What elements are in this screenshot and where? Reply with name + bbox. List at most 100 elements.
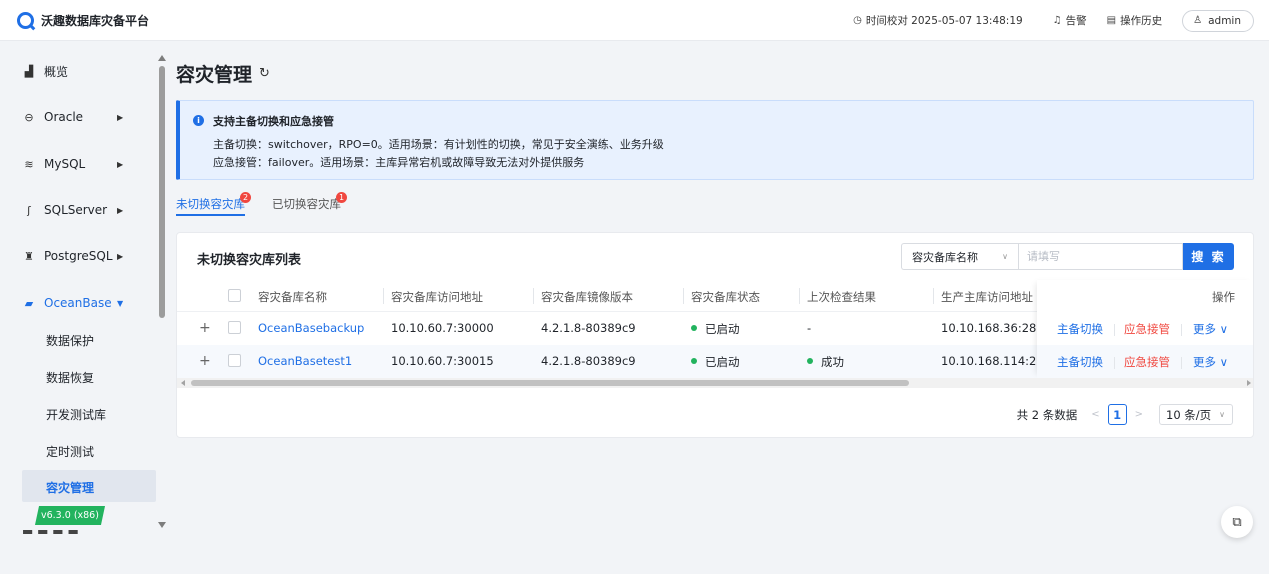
bar-chart-icon: ▟	[24, 65, 34, 78]
scroll-up-arrow[interactable]	[158, 55, 166, 61]
oceanbase-icon: ▰	[24, 296, 34, 310]
sidebar-subitem-data-protection[interactable]: 数据保护	[46, 332, 94, 349]
logo-icon	[17, 11, 34, 29]
version-badge: v6.3.0 (x86)	[34, 506, 106, 525]
refresh-icon[interactable]: ↻	[259, 66, 270, 81]
search-field-select[interactable]: 容灾备库名称 ∨	[901, 243, 1018, 270]
info-icon: i	[193, 115, 204, 126]
image-version: 4.2.1.8-80389c9	[541, 321, 636, 335]
primary-address: 10.10.168.36:2881	[941, 321, 1051, 335]
failover-button[interactable]: 应急接管	[1124, 321, 1170, 337]
sidebar-item-label: MySQL	[44, 157, 86, 171]
user-menu-button[interactable]: ♙ admin	[1182, 9, 1254, 32]
check-result: -	[807, 321, 812, 335]
expand-icon[interactable]: +	[199, 320, 211, 336]
failover-button[interactable]: 应急接管	[1124, 354, 1170, 370]
column-header: 生产主库访问地址	[941, 290, 1033, 304]
status-cell: 已启动	[691, 321, 740, 337]
select-all-checkbox[interactable]	[228, 289, 241, 302]
column-header: 上次检查结果	[807, 290, 876, 304]
card-title: 未切换容灾库列表	[197, 253, 302, 268]
image-version: 4.2.1.8-80389c9	[541, 354, 636, 368]
history-label: 操作历史	[1120, 15, 1163, 27]
tab-count-badge: 2	[240, 192, 251, 203]
sidebar-item-sqlserver[interactable]: ʃ SQLServer ▶	[22, 203, 123, 217]
row-checkbox[interactable]	[228, 321, 241, 334]
sidebar-item-overview[interactable]: ▟ 概览	[22, 63, 68, 80]
user-icon: ♙	[1193, 15, 1203, 26]
more-button[interactable]: 更多 ∨	[1193, 321, 1228, 337]
status-dot-icon	[691, 325, 697, 331]
sidebar-subitem-dr-management[interactable]: 容灾管理	[46, 479, 94, 496]
sidebar-item-label: 概览	[44, 65, 69, 79]
tab-switched[interactable]: 已切换容灾库	[272, 196, 341, 212]
history-button[interactable]: ▤ 操作历史	[1107, 13, 1162, 28]
caret-right-icon: ▶	[117, 205, 124, 215]
bell-icon: ♫	[1052, 15, 1062, 26]
caret-right-icon: ▶	[117, 159, 124, 169]
status-cell: 已启动	[691, 354, 740, 370]
page-title: 容灾管理 ↻	[176, 60, 270, 87]
pagination: 共 2 条数据 < 1 > 10 条/页 ∨	[1017, 404, 1233, 425]
chevron-down-icon: ∨	[1219, 355, 1229, 369]
db-name-link[interactable]: OceanBasetest1	[258, 354, 352, 368]
top-bar: 沃趣数据库灾备平台 ◷ 时间校对 2025-05-07 13:48:19 ♫ 告…	[0, 0, 1269, 41]
scroll-left-arrow	[181, 380, 185, 386]
scrollbar-thumb	[191, 380, 909, 386]
copy-icon[interactable]: ⧉	[1221, 506, 1253, 538]
history-icon: ▤	[1106, 15, 1117, 26]
sidebar-item-oracle[interactable]: ⊖ Oracle ▶	[22, 110, 123, 124]
sidebar-item-oceanbase[interactable]: ▰ OceanBase ▼	[22, 296, 123, 310]
search-button[interactable]: 搜 索	[1183, 243, 1234, 270]
alarm-button[interactable]: ♫ 告警	[1053, 13, 1087, 28]
status-dot-icon	[807, 358, 813, 364]
dr-address: 10.10.60.7:30000	[391, 321, 494, 335]
sidebar-subitem-data-recovery[interactable]: 数据恢复	[46, 369, 94, 386]
sidebar-item-postgresql[interactable]: ♜ PostgreSQL ▶	[22, 249, 123, 263]
sidebar-subitem-scheduled-test[interactable]: 定时测试	[46, 443, 94, 460]
next-page-icon[interactable]: >	[1135, 409, 1143, 420]
sidebar-subitem-dev-test[interactable]: 开发测试库	[46, 406, 106, 423]
sidebar-item-label: PostgreSQL	[44, 249, 113, 263]
table-horizontal-scrollbar[interactable]	[177, 378, 1253, 388]
caret-right-icon: ▶	[117, 112, 124, 122]
alarm-label: 告警	[1065, 15, 1087, 27]
chevron-down-icon: ∨	[1002, 252, 1008, 261]
info-alert: i 支持主备切换和应急接管 主备切换：switchover，RPO=0。适用场景…	[176, 100, 1254, 180]
total-count: 共 2 条数据	[1016, 407, 1078, 422]
db-name-link[interactable]: OceanBasebackup	[258, 321, 364, 335]
tab-not-switched[interactable]: 未切换容灾库	[176, 196, 245, 212]
sidebar-item-cutoff: ▬ ▬ ▬ ▬	[22, 530, 92, 534]
time-sync-text: 时间校对 2025-05-07 13:48:19	[865, 15, 1023, 27]
switchover-button[interactable]: 主备切换	[1057, 321, 1103, 337]
column-header: 操作	[1212, 290, 1235, 304]
expand-icon[interactable]: +	[199, 353, 211, 369]
more-button[interactable]: 更多 ∨	[1193, 354, 1228, 370]
sidebar-item-mysql[interactable]: ≋ MySQL ▶	[22, 157, 123, 171]
actions-column: 操作 主备切换 应急接管 更多 ∨ 主备切换 应急接管 更多 ∨	[1037, 280, 1253, 378]
status-dot-icon	[691, 358, 697, 364]
page-number[interactable]: 1	[1107, 404, 1127, 425]
dr-list-card: 未切换容灾库列表 容灾备库名称 ∨ 搜 索 容灾备库名称 容灾备库访问地址 容灾…	[176, 232, 1254, 438]
postgresql-icon: ♜	[24, 249, 34, 263]
scroll-right-arrow	[1247, 380, 1251, 386]
row-checkbox[interactable]	[228, 354, 241, 367]
prev-page-icon[interactable]: <	[1091, 409, 1099, 420]
column-header: 容灾备库名称	[258, 290, 327, 304]
scroll-down-arrow[interactable]	[158, 522, 166, 528]
brand[interactable]: 沃趣数据库灾备平台	[17, 11, 149, 29]
switchover-button[interactable]: 主备切换	[1057, 354, 1103, 370]
info-line-failover: 应急接管：failover。适用场景：主库异常宕机或故障导致无法对外提供服务	[213, 156, 585, 169]
sidebar-item-label: Oracle	[44, 110, 84, 124]
search-input[interactable]	[1018, 243, 1183, 270]
info-title: 支持主备切换和应急接管	[213, 115, 334, 128]
page-size-select[interactable]: 10 条/页 ∨	[1159, 404, 1233, 425]
top-right-tools: ◷ 时间校对 2025-05-07 13:48:19 ♫ 告警 ▤ 操作历史 ♙…	[823, 0, 1254, 41]
active-tab-indicator	[176, 214, 245, 216]
sidebar: ▟ 概览 ⊖ Oracle ▶ ≋ MySQL ▶ ʃ SQLServer ▶ …	[0, 41, 156, 574]
page-title-text: 容灾管理	[176, 64, 253, 86]
caret-right-icon: ▶	[117, 251, 124, 261]
chevron-down-icon: ∨	[1219, 410, 1225, 419]
sidebar-scrollbar[interactable]	[159, 66, 165, 318]
oracle-icon: ⊖	[24, 110, 34, 124]
